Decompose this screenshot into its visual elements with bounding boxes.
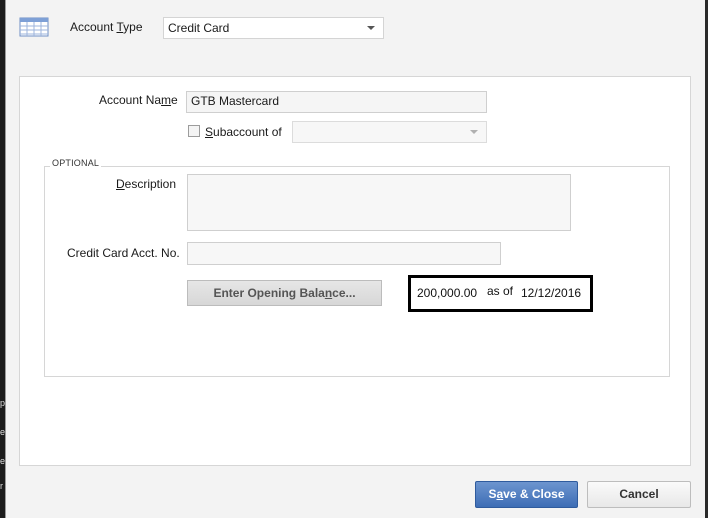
opening-balance-summary: 200,000.00 as of 12/12/2016 — [408, 275, 593, 312]
subaccount-label[interactable]: Subaccount of — [205, 125, 282, 139]
opening-balance-date: 12/12/2016 — [521, 286, 582, 300]
account-type-label: Account Type — [70, 20, 143, 34]
as-of-label: as of — [487, 284, 514, 298]
enter-opening-balance-button[interactable]: Enter Opening Balance... — [187, 280, 382, 306]
cancel-button[interactable]: Cancel — [587, 481, 691, 508]
background-window-fragment: e — [0, 427, 5, 437]
ledger-table-icon — [19, 17, 49, 37]
background-window-fragment: p — [0, 398, 5, 408]
background-window-fragment: e — [0, 456, 5, 466]
chevron-down-icon[interactable] — [367, 26, 375, 30]
credit-card-no-input[interactable] — [187, 242, 501, 265]
parent-account-select[interactable] — [292, 121, 487, 143]
subaccount-checkbox[interactable] — [188, 125, 200, 137]
account-name-label: Account Name — [99, 93, 178, 107]
chevron-down-icon[interactable] — [470, 130, 478, 134]
opening-balance-amount: 200,000.00 — [417, 286, 478, 300]
description-textarea[interactable] — [187, 174, 571, 231]
description-label: Description — [116, 177, 177, 191]
save-and-close-button[interactable]: Save & Close — [475, 481, 578, 508]
account-type-select[interactable]: Credit Card — [163, 17, 384, 39]
optional-title: OPTIONAL — [50, 158, 102, 168]
account-type-value: Credit Card — [168, 21, 230, 35]
credit-card-no-label: Credit Card Acct. No. — [67, 246, 180, 260]
account-name-input[interactable]: GTB Mastercard — [186, 91, 487, 113]
account-name-value: GTB Mastercard — [191, 94, 280, 108]
background-window-fragment: r — [0, 481, 3, 491]
